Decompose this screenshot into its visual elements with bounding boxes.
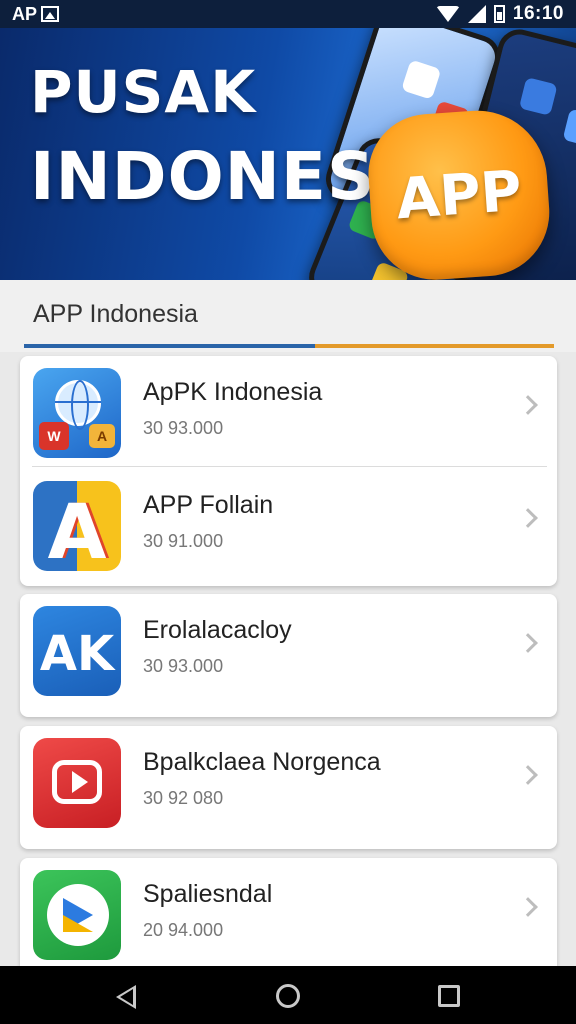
app-name: APP Follain [143, 491, 274, 519]
hero-banner: PUSAK INDONESIA APP [0, 28, 576, 280]
chevron-right-icon [518, 765, 538, 785]
banner-title-line1: PUSAK [30, 58, 257, 126]
app-card: WA ApPK Indonesia 30 93.000 A APP Follai… [20, 356, 557, 586]
app-meta: 30 91.000 [143, 531, 224, 551]
chevron-right-icon [518, 508, 538, 528]
chat-app-icon [33, 870, 121, 960]
battery-icon [493, 5, 505, 23]
app-meta: 30 93.000 [143, 418, 224, 438]
status-bar: AP 16:10 [0, 0, 576, 28]
clock: 16:10 [512, 3, 564, 24]
chevron-right-icon [518, 897, 538, 917]
home-icon[interactable] [276, 984, 300, 1008]
signal-icon [467, 5, 486, 23]
app-card: Bpalkclaea Norgenca 30 92 080 [20, 726, 557, 849]
list-item[interactable]: AK Erolalacacloy 30 93.000 [20, 594, 557, 712]
list-item[interactable]: Spaliesndal 20 94.000 [20, 858, 557, 976]
section-header: APP Indonesia [0, 280, 576, 352]
app-badge-icon: APP [364, 105, 554, 280]
list-item[interactable]: A APP Follain 30 91.000 [20, 469, 557, 587]
navigation-bar [0, 966, 576, 1024]
list-item[interactable]: WA ApPK Indonesia 30 93.000 [20, 356, 557, 474]
section-underline [24, 344, 554, 348]
app-name: ApPK Indonesia [143, 378, 323, 406]
carrier-label: AP [12, 3, 38, 24]
app-name: Bpalkclaea Norgenca [143, 748, 381, 776]
recent-apps-icon[interactable] [438, 985, 460, 1007]
list-item[interactable]: Bpalkclaea Norgenca 30 92 080 [20, 726, 557, 844]
image-icon [41, 6, 60, 22]
play-app-icon [33, 738, 121, 828]
section-title: APP Indonesia [33, 300, 198, 328]
app-name: Erolalacacloy [143, 616, 292, 644]
back-icon[interactable] [116, 985, 136, 1009]
app-card: Spaliesndal 20 94.000 [20, 858, 557, 966]
chevron-right-icon [518, 395, 538, 415]
app-meta: 30 92 080 [143, 788, 224, 808]
app-badge-text: APP [394, 158, 524, 232]
divider [32, 466, 547, 467]
app-name: Spaliesndal [143, 880, 273, 908]
ak-app-icon: AK [33, 606, 121, 696]
wifi-icon [435, 6, 460, 22]
app-meta: 30 93.000 [143, 656, 224, 676]
letter-a-app-icon: A [33, 481, 121, 571]
app-meta: 20 94.000 [143, 920, 224, 940]
app-card: AK Erolalacacloy 30 93.000 [20, 594, 557, 717]
chevron-right-icon [518, 633, 538, 653]
globe-app-icon: WA [33, 368, 121, 458]
